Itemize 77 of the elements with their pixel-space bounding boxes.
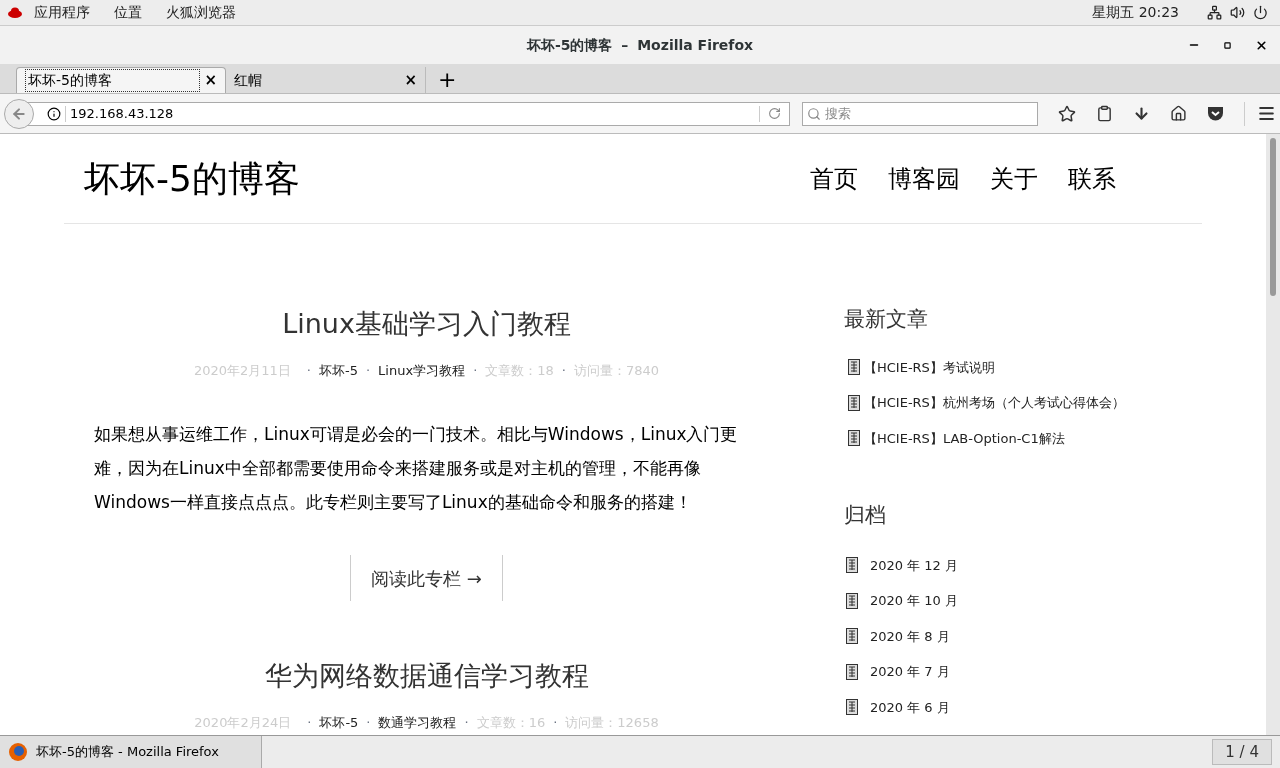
search-field[interactable]: 搜索 bbox=[801, 101, 1038, 126]
tab-label: 坏坏-5的博客 bbox=[25, 69, 201, 92]
clipboard-icon[interactable] bbox=[1096, 105, 1113, 122]
meta-separator: · bbox=[306, 361, 311, 380]
address-field[interactable]: 192.168.43.128 bbox=[26, 101, 790, 126]
url-text: 192.168.43.128 bbox=[70, 104, 175, 123]
pocket-icon[interactable] bbox=[1207, 105, 1224, 122]
document-icon bbox=[846, 557, 858, 574]
maximize-icon[interactable] bbox=[1224, 41, 1231, 49]
post-excerpt: 如果想从事运维工作，Linux可谓是必会的一门技术。相比与Windows，Linux入门更难，因为在Linux中全部都需要使用命令来搭建服务或是对主机的管理，不能再像Windows一样直接点点点。此专栏则主要写了Linux的基础命令和服务的搭建！ bbox=[94, 423, 739, 514]
site-title[interactable]: 坏坏-5的博客 bbox=[84, 151, 780, 206]
top-menu[interactable]: 应用程序 bbox=[34, 2, 90, 23]
document-icon bbox=[846, 699, 858, 716]
archive-link[interactable]: 2020 年 10 月 bbox=[870, 591, 959, 611]
document-icon bbox=[846, 592, 858, 609]
browser-tab[interactable]: 坏坏-5的博客 × bbox=[16, 67, 226, 93]
scrollbar[interactable] bbox=[1266, 134, 1280, 735]
document-icon bbox=[846, 663, 858, 680]
author-link[interactable]: 坏坏-5 bbox=[319, 360, 358, 380]
browser-tab[interactable]: 红帽 × bbox=[226, 67, 426, 93]
clock[interactable]: 星期五 20:23 bbox=[1092, 2, 1179, 23]
meta-separator: · bbox=[553, 713, 558, 732]
category-link[interactable]: Linux学习教程 bbox=[378, 360, 466, 380]
close-icon[interactable] bbox=[1255, 38, 1268, 52]
document-icon bbox=[848, 359, 860, 376]
taskbar-window-button[interactable]: 坏坏-5的博客 - Mozilla Firefox bbox=[0, 736, 262, 768]
top-menu[interactable]: 火狐浏览器 bbox=[166, 2, 236, 23]
document-icon bbox=[848, 430, 860, 447]
recent-post-link[interactable]: 【HCIE-RS】杭州考场（个人考试心得体会） bbox=[864, 393, 1125, 413]
back-icon bbox=[11, 105, 27, 122]
author-link[interactable]: 坏坏-5 bbox=[319, 712, 359, 732]
sidebar-heading: 归档 bbox=[844, 502, 887, 529]
power-icon[interactable] bbox=[1253, 5, 1268, 20]
new-tab-button[interactable]: + bbox=[426, 67, 469, 93]
bookmark-star-icon[interactable] bbox=[1058, 104, 1076, 123]
archive-link[interactable]: 2020 年 8 月 bbox=[870, 626, 950, 646]
search-icon bbox=[806, 106, 821, 121]
archive-link[interactable]: 2020 年 7 月 bbox=[870, 662, 950, 682]
sidebar-heading: 最新文章 bbox=[844, 306, 929, 333]
nav-link[interactable]: 联系 bbox=[1068, 160, 1116, 197]
meta-separator: · bbox=[307, 713, 312, 732]
nav-link[interactable]: 首页 bbox=[810, 160, 858, 197]
browser-logo bbox=[8, 742, 28, 762]
document-icon bbox=[848, 394, 860, 411]
post-title[interactable]: Linux基础学习入门教程 bbox=[94, 304, 759, 345]
tab-close-button[interactable]: × bbox=[204, 69, 217, 92]
meta-separator: · bbox=[365, 361, 371, 380]
document-icon bbox=[846, 628, 858, 645]
volume-icon[interactable] bbox=[1230, 5, 1245, 20]
download-icon[interactable] bbox=[1133, 105, 1150, 122]
menu-icon[interactable] bbox=[1257, 104, 1276, 123]
recent-post-link[interactable]: 【HCIE-RS】LAB-Option-C1解法 bbox=[864, 428, 1065, 448]
reload-icon[interactable] bbox=[767, 107, 781, 120]
nav-link[interactable]: 关于 bbox=[990, 160, 1038, 197]
info-icon[interactable] bbox=[47, 106, 61, 121]
archive-link[interactable]: 2020 年 12 月 bbox=[870, 555, 959, 575]
top-menu[interactable]: 位置 bbox=[114, 2, 142, 23]
search-placeholder: 搜索 bbox=[824, 104, 851, 123]
window-title: 坏坏-5的博客 – Mozilla Firefox bbox=[526, 35, 754, 55]
home-icon[interactable] bbox=[1170, 105, 1187, 122]
redhat-icon bbox=[8, 6, 22, 19]
network-icon[interactable] bbox=[1207, 5, 1222, 20]
taskbar-window-title: 坏坏-5的博客 - Mozilla Firefox bbox=[36, 743, 219, 762]
tab-label: 红帽 bbox=[234, 70, 263, 90]
archive-link[interactable]: 2020 年 6 月 bbox=[870, 697, 950, 717]
meta-separator: · bbox=[366, 713, 371, 732]
nav-link[interactable]: 博客园 bbox=[888, 160, 960, 197]
recent-post-link[interactable]: 【HCIE-RS】考试说明 bbox=[864, 357, 995, 377]
tab-close-button[interactable]: × bbox=[404, 68, 417, 92]
post-title[interactable]: 华为网络数据通信学习教程 bbox=[94, 656, 759, 697]
workspace-indicator[interactable]: 1 / 4 bbox=[1212, 739, 1272, 765]
read-more-button[interactable]: 阅读此专栏 → bbox=[350, 555, 503, 601]
meta-separator: · bbox=[464, 713, 469, 732]
back-button[interactable] bbox=[4, 98, 34, 129]
meta-separator: · bbox=[561, 361, 566, 380]
meta-separator: · bbox=[473, 361, 478, 380]
category-link[interactable]: 数通学习教程 bbox=[378, 712, 457, 732]
